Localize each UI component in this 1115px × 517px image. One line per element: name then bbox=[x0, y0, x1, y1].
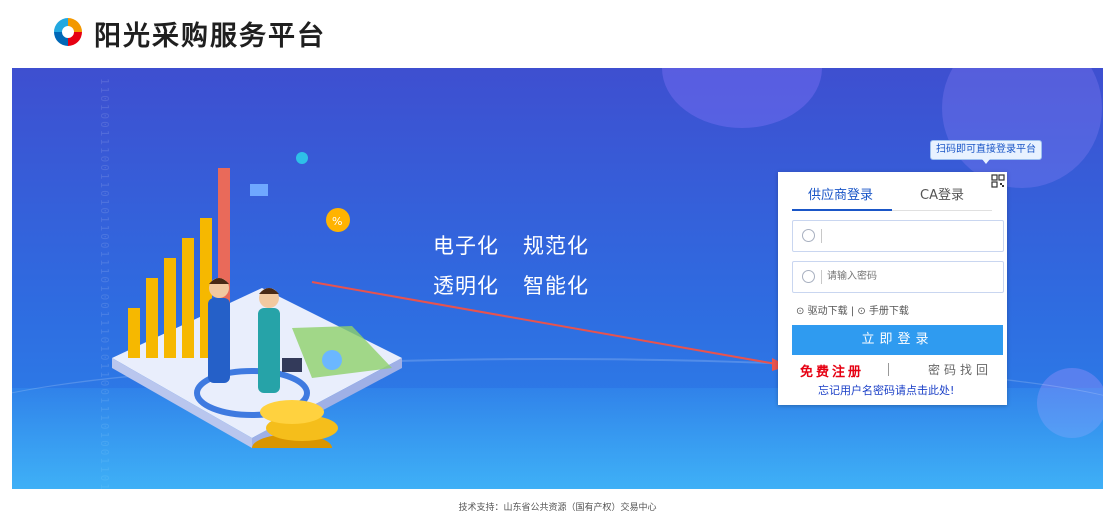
login-button[interactable]: 立即登录 bbox=[792, 325, 1003, 355]
link-divider bbox=[888, 363, 889, 376]
slogan-transparent: 透明化 bbox=[433, 274, 499, 298]
slogan-intelligent: 智能化 bbox=[523, 274, 589, 298]
slogan-standardized: 规范化 bbox=[523, 234, 589, 258]
login-tabs: 供应商登录 CA登录 bbox=[792, 184, 992, 211]
input-divider bbox=[821, 270, 822, 284]
input-divider bbox=[821, 229, 822, 243]
svg-text:%: % bbox=[332, 215, 342, 228]
user-icon bbox=[802, 229, 815, 242]
site-header: 阳光采购服务平台 bbox=[0, 0, 1115, 68]
download-icon: ⊙ bbox=[857, 306, 866, 317]
active-tab-indicator bbox=[792, 209, 892, 211]
business-handshake-illustration: % bbox=[112, 152, 402, 448]
banner-glow bbox=[662, 68, 822, 128]
banner-glow bbox=[942, 68, 1102, 188]
manual-download-link[interactable]: 手册下载 bbox=[869, 306, 909, 317]
download-icon: ⊙ bbox=[796, 306, 805, 317]
tab-supplier-login[interactable]: 供应商登录 bbox=[808, 184, 873, 203]
register-link[interactable]: 免费注册 bbox=[800, 361, 864, 380]
password-recovery-link[interactable]: 密码找回 bbox=[928, 361, 992, 378]
forgot-credentials-link[interactable]: 忘记用户名密码请点击此处! bbox=[818, 382, 954, 398]
username-field[interactable] bbox=[792, 220, 1004, 252]
slogan-electronic: 电子化 bbox=[433, 234, 499, 258]
lock-icon bbox=[802, 270, 815, 283]
username-input[interactable] bbox=[827, 224, 997, 246]
qr-code-icon[interactable] bbox=[991, 174, 1005, 188]
tab-ca-login[interactable]: CA登录 bbox=[920, 184, 964, 203]
footer-tech-support: 技术支持：山东省公共资源（国有产权）交易中心 bbox=[458, 503, 657, 513]
driver-download-link[interactable]: 驱动下载 bbox=[808, 306, 848, 317]
download-links: ⊙ 驱动下载 | ⊙ 手册下载 bbox=[796, 302, 909, 317]
link-separator: | bbox=[850, 306, 855, 317]
site-title: 阳光采购服务平台 bbox=[94, 21, 326, 52]
login-panel: 供应商登录 CA登录 ⊙ 驱动下载 | ⊙ 手册下载 立即登录 免费注册 密码找… bbox=[778, 172, 1007, 405]
password-input[interactable] bbox=[827, 265, 997, 287]
qr-login-tooltip: 扫码即可直接登录平台 bbox=[930, 140, 1042, 164]
sun-logo-icon bbox=[53, 17, 83, 47]
password-field[interactable] bbox=[792, 261, 1004, 293]
